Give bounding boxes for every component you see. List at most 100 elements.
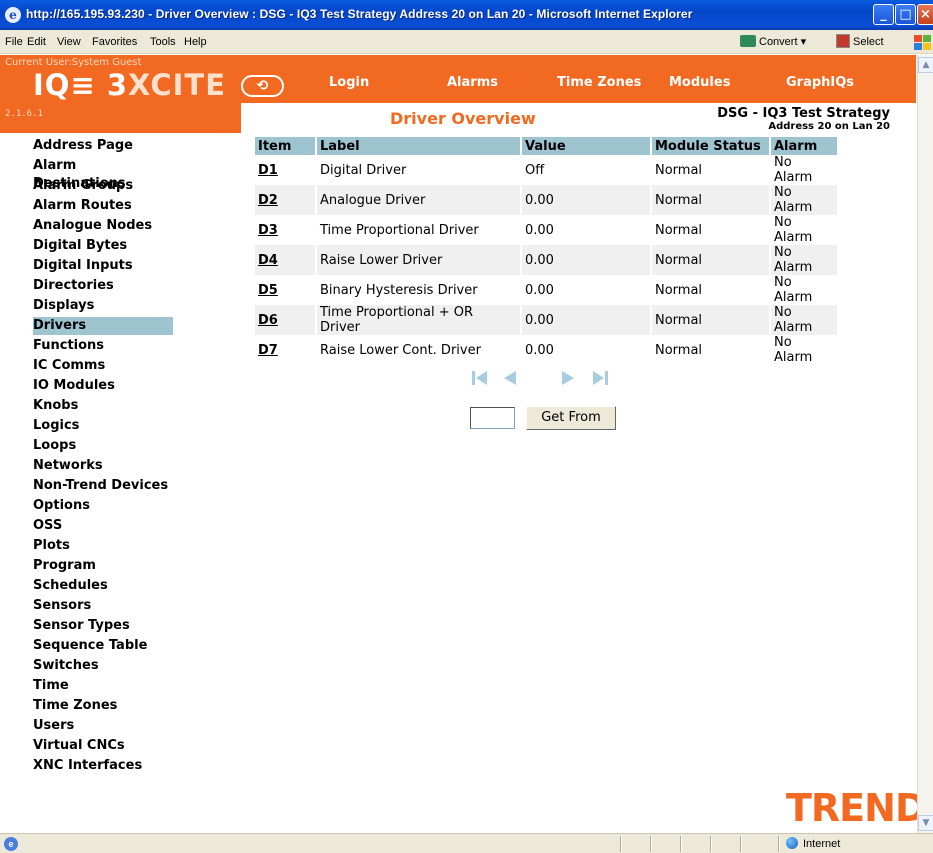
column-header-label: Label [317, 137, 520, 155]
status-divider [740, 836, 742, 852]
column-header-value: Value [522, 137, 650, 155]
item-link[interactable]: D4 [258, 253, 278, 268]
sidebar-item-digital-bytes[interactable]: Digital Bytes [33, 237, 173, 255]
get-from-input[interactable] [470, 407, 515, 429]
sidebar-item-loops[interactable]: Loops [33, 437, 173, 455]
refresh-button[interactable]: ⟲ [241, 75, 284, 97]
maximize-button[interactable]: □ [895, 4, 916, 25]
nav-graphiqs[interactable]: GraphIQs [786, 75, 854, 90]
value-cell: 0.00 [525, 342, 554, 358]
get-from-button[interactable]: Get From [526, 406, 616, 430]
sidebar-item-time[interactable]: Time [33, 677, 173, 695]
label-cell: Time Proportional + OR Driver [317, 305, 520, 335]
sidebar-item-non-trend-devices[interactable]: Non-Trend Devices [33, 477, 173, 495]
drivers-table: Item Label Value Module Status Alarm D1 … [253, 137, 839, 365]
menu-file[interactable]: File [5, 36, 23, 48]
item-link[interactable]: D6 [258, 313, 278, 328]
previous-page-icon[interactable] [500, 368, 520, 388]
menu-help[interactable]: Help [184, 36, 207, 48]
sidebar-item-sensors[interactable]: Sensors [33, 597, 173, 615]
menu-edit[interactable]: Edit [27, 36, 46, 48]
item-link[interactable]: D7 [258, 343, 278, 358]
first-page-icon[interactable] [470, 368, 490, 388]
status-divider [778, 836, 780, 852]
sidebar-item-analogue-nodes[interactable]: Analogue Nodes [33, 217, 173, 235]
alarm-cell: No Alarm [771, 185, 837, 215]
sidebar-item-digital-inputs[interactable]: Digital Inputs [33, 257, 173, 275]
convert-icon [740, 35, 756, 47]
sidebar-item-alarm-groups[interactable]: Alarm Groups [33, 177, 173, 195]
convert-button[interactable]: Convert ▾ [740, 33, 806, 51]
sidebar-item-logics[interactable]: Logics [33, 417, 173, 435]
window-title: http://165.195.93.230 - Driver Overview … [26, 7, 693, 21]
sidebar-item-address-page[interactable]: Address Page [33, 137, 173, 155]
module-status-cell: Normal [655, 222, 703, 238]
value-cell: 0.00 [525, 282, 554, 298]
sidebar-item-alarm-destinations[interactable]: Alarm Destinations [33, 157, 173, 191]
next-page-icon[interactable] [558, 368, 578, 388]
item-link[interactable]: D1 [258, 163, 278, 178]
sidebar-item-users[interactable]: Users [33, 717, 173, 735]
sidebar: Address Page Alarm Destinations Alarm Gr… [0, 133, 241, 833]
item-link[interactable]: D3 [258, 223, 278, 238]
label-cell: Binary Hysteresis Driver [320, 282, 478, 298]
menu-favorites[interactable]: Favorites [92, 36, 137, 48]
sidebar-item-oss[interactable]: OSS [33, 517, 173, 535]
windows-logo-icon [912, 34, 933, 52]
table-row: D5 Binary Hysteresis Driver 0.00 Normal … [255, 275, 837, 305]
value-cell: Off [525, 162, 545, 178]
minimize-button[interactable]: _ [873, 4, 894, 25]
item-link[interactable]: D2 [258, 193, 278, 208]
last-page-icon[interactable] [590, 368, 610, 388]
table-row: D7 Raise Lower Cont. Driver 0.00 Normal … [255, 335, 837, 365]
table-header-row: Item Label Value Module Status Alarm [255, 137, 837, 155]
sidebar-item-drivers[interactable]: Drivers [33, 317, 173, 335]
sidebar-item-alarm-routes[interactable]: Alarm Routes [33, 197, 173, 215]
sidebar-item-virtual-cncs[interactable]: Virtual CNCs [33, 737, 173, 755]
page-title: Driver Overview [390, 109, 536, 128]
sidebar-item-xnc-interfaces[interactable]: XNC Interfaces [33, 757, 173, 775]
version-band: 2.1.6.1 [0, 103, 241, 133]
status-divider [620, 836, 622, 852]
menu-tools[interactable]: Tools [150, 36, 176, 48]
strategy-name: DSG - IQ3 Test Strategy [717, 106, 890, 121]
sidebar-item-schedules[interactable]: Schedules [33, 577, 173, 595]
label-cell: Raise Lower Cont. Driver [320, 342, 481, 358]
nav-login[interactable]: Login [329, 75, 369, 90]
vertical-scrollbar[interactable]: ▲ ▼ [917, 55, 933, 833]
select-button[interactable]: Select [836, 33, 884, 51]
sidebar-item-io-modules[interactable]: IO Modules [33, 377, 173, 395]
strategy-info: DSG - IQ3 Test Strategy Address 20 on La… [717, 106, 890, 132]
sidebar-item-ic-comms[interactable]: IC Comms [33, 357, 173, 375]
sidebar-item-switches[interactable]: Switches [33, 657, 173, 675]
sidebar-item-options[interactable]: Options [33, 497, 173, 515]
scroll-up-icon[interactable]: ▲ [918, 57, 933, 73]
scroll-down-icon[interactable]: ▼ [918, 815, 933, 831]
sidebar-item-program[interactable]: Program [33, 557, 173, 575]
sidebar-item-plots[interactable]: Plots [33, 537, 173, 555]
menu-view[interactable]: View [57, 36, 81, 48]
sidebar-item-networks[interactable]: Networks [33, 457, 173, 475]
sidebar-item-directories[interactable]: Directories [33, 277, 173, 295]
sidebar-item-displays[interactable]: Displays [33, 297, 173, 315]
alarm-cell: No Alarm [774, 215, 813, 245]
nav-time-zones[interactable]: Time Zones [557, 75, 641, 90]
nav-modules[interactable]: Modules [669, 75, 730, 90]
refresh-icon: ⟲ [256, 78, 269, 94]
sidebar-item-sensor-types[interactable]: Sensor Types [33, 617, 173, 635]
sidebar-item-time-zones[interactable]: Time Zones [33, 697, 173, 715]
status-divider [710, 836, 712, 852]
sidebar-item-sequence-table[interactable]: Sequence Table [33, 637, 173, 655]
current-user-label: Current User:System Guest [5, 57, 142, 68]
value-cell: 0.00 [522, 305, 650, 335]
sidebar-item-knobs[interactable]: Knobs [33, 397, 173, 415]
nav-alarms[interactable]: Alarms [447, 75, 498, 90]
alarm-cell: No Alarm [774, 335, 813, 365]
item-link[interactable]: D5 [258, 283, 278, 298]
sidebar-item-functions[interactable]: Functions [33, 337, 173, 355]
value-cell: 0.00 [522, 245, 650, 275]
close-button[interactable]: × [917, 4, 933, 25]
value-cell: 0.00 [525, 222, 554, 238]
version-label: 2.1.6.1 [5, 109, 43, 119]
page-icon: e [4, 837, 18, 851]
